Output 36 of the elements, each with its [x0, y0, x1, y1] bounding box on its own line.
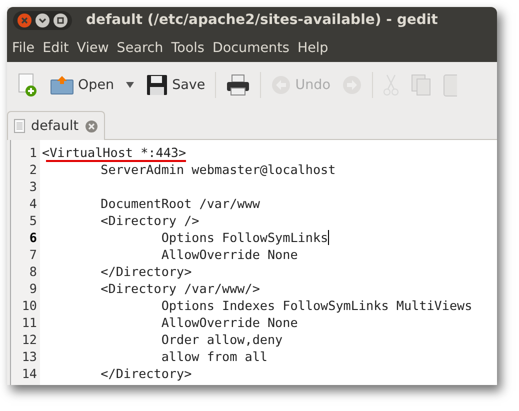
folder-icon [50, 75, 74, 95]
code-line: <Directory /var/www/> [100, 281, 260, 296]
menu-item[interactable]: Tools [168, 40, 210, 56]
clipboard-icon [443, 73, 458, 97]
menu-item[interactable]: View [74, 40, 114, 56]
code-line: </Directory> [100, 366, 192, 381]
minimize-icon[interactable] [35, 12, 50, 28]
document-icon [14, 119, 25, 133]
menu-item[interactable]: Edit [40, 40, 74, 56]
new-document-icon [18, 73, 38, 97]
code-line: ServerAdmin webmaster@localhost [100, 162, 336, 177]
menu-item[interactable]: Documents [209, 40, 294, 56]
close-icon[interactable] [17, 12, 32, 28]
printer-icon [226, 74, 250, 96]
code-line: DocumentRoot /var/www [100, 196, 260, 211]
code-line: Options Indexes FollowSymLinks MultiViews [160, 298, 472, 313]
close-icon[interactable] [84, 120, 98, 132]
copy-icon [411, 74, 432, 96]
code-line: Order allow,deny [160, 332, 283, 347]
menu-item[interactable]: File [9, 40, 40, 56]
code-line: <VirtualHost *:443> [41, 145, 186, 160]
menu-item[interactable]: Help [294, 40, 334, 56]
maximize-icon[interactable] [53, 12, 68, 28]
code-line: </Directory> [100, 264, 192, 279]
open-button[interactable]: Open [45, 69, 120, 101]
document-tab[interactable]: default [7, 111, 105, 140]
code-line: <Directory /> [100, 213, 200, 228]
caret-icon [126, 82, 134, 88]
code-line: Options FollowSymLinks [160, 230, 328, 245]
menu-item[interactable]: Search [114, 40, 168, 56]
save-button[interactable]: Save [141, 69, 210, 101]
code-line: AllowOverride None [160, 247, 298, 262]
text-cursor [328, 230, 330, 245]
window-title: default (/etc/apache2/sites-available) - gedit [86, 12, 438, 28]
code-line: allow from all [160, 349, 268, 364]
code-line: AllowOverride None [160, 315, 298, 330]
